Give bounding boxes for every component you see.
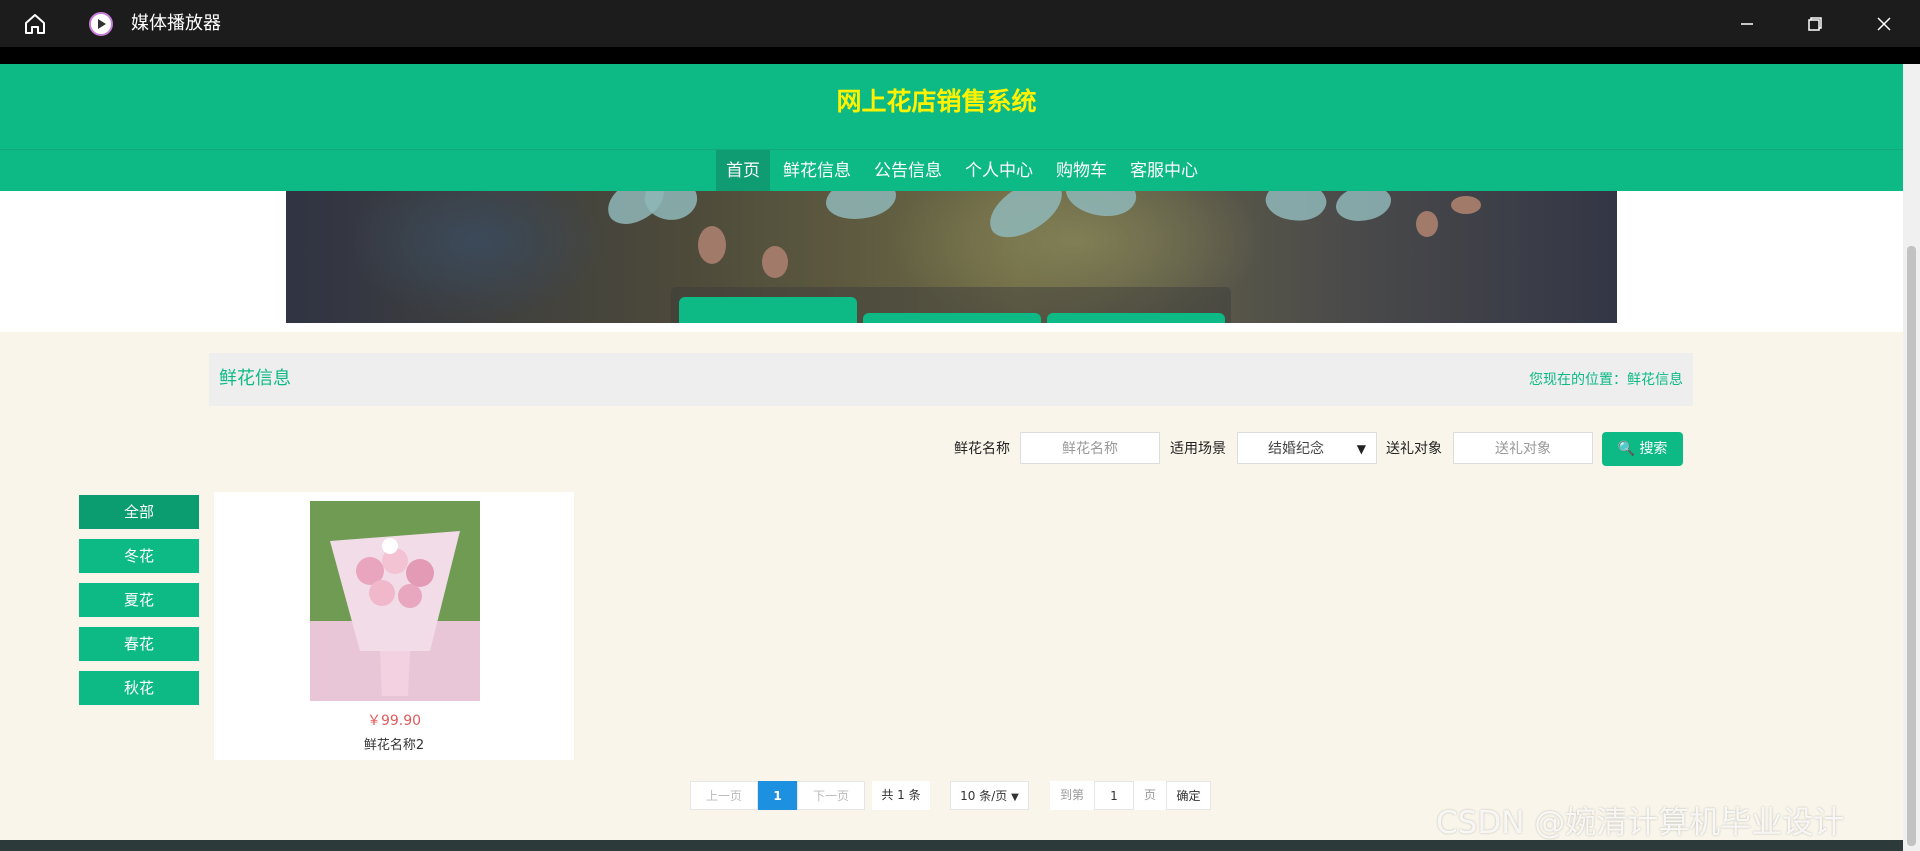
scrollbar-thumb[interactable]: [1907, 246, 1916, 846]
product-card[interactable]: ￥99.90 鲜花名称2: [214, 492, 574, 760]
nav-list: 首页 鲜花信息 公告信息 个人中心 购物车 客服中心: [716, 150, 1211, 192]
minimize-icon[interactable]: [1734, 11, 1760, 37]
window-title: 媒体播放器: [131, 13, 221, 34]
flower-name-label: 鲜花名称: [954, 441, 1010, 457]
banner-image: [286, 191, 1617, 323]
scene-select[interactable]: 结婚纪念 ▼: [1237, 432, 1377, 464]
goto-page-input[interactable]: 1: [1094, 781, 1134, 810]
product-name[interactable]: 鲜花名称2: [214, 734, 574, 753]
chevron-down-icon: ▼: [1356, 442, 1366, 456]
category-button[interactable]: 春花: [79, 627, 199, 661]
chevron-down-icon: ▼: [1011, 792, 1019, 803]
window-frame: [0, 47, 1920, 64]
search-button[interactable]: 🔍 搜索: [1602, 432, 1683, 466]
breadcrumb: 鲜花信息 您现在的位置：鲜花信息: [209, 353, 1693, 406]
next-page-button[interactable]: 下一页: [797, 781, 865, 810]
search-bar: 鲜花名称 鲜花名称 适用场景 结婚纪念 ▼ 送礼对象 送礼对象 🔍 搜索: [0, 432, 1903, 466]
gift-target-input[interactable]: 送礼对象: [1453, 432, 1593, 464]
close-icon[interactable]: [1871, 11, 1897, 37]
goto-label: 到第: [1050, 781, 1094, 810]
scrollbar[interactable]: [1903, 64, 1920, 851]
page-title: 鲜花信息: [219, 368, 291, 389]
media-player-icon: [89, 12, 113, 36]
banner-tab[interactable]: [863, 313, 1041, 323]
goto-confirm-button[interactable]: 确定: [1166, 781, 1211, 810]
breadcrumb-location[interactable]: 您现在的位置：鲜花信息: [1529, 370, 1683, 390]
page-number-current[interactable]: 1: [758, 781, 797, 810]
scene-select-value: 结婚纪念: [1268, 441, 1324, 457]
content-area: 鲜花信息 您现在的位置：鲜花信息 鲜花名称 鲜花名称 适用场景 结婚纪念 ▼ 送…: [0, 332, 1903, 840]
site-title: 网上花店销售系统: [836, 87, 1037, 116]
banner-area: [0, 191, 1903, 332]
banner-tab[interactable]: [1047, 313, 1225, 323]
flower-name-input[interactable]: 鲜花名称: [1020, 432, 1160, 464]
nav-item[interactable]: 个人中心: [955, 150, 1043, 192]
page-size-value: 10 条/页: [960, 789, 1008, 803]
nav-item[interactable]: 购物车: [1046, 150, 1117, 192]
banner-tabs: [671, 287, 1231, 323]
home-icon[interactable]: [22, 11, 48, 37]
restore-icon[interactable]: [1802, 11, 1828, 37]
nav-item[interactable]: 鲜花信息: [773, 150, 861, 192]
scene-label: 适用场景: [1170, 441, 1226, 457]
window-titlebar: 媒体播放器: [0, 0, 1920, 47]
nav-item[interactable]: 公告信息: [864, 150, 952, 192]
product-image[interactable]: [310, 501, 480, 701]
product-price: ￥99.90: [366, 713, 422, 729]
category-button[interactable]: 冬花: [79, 539, 199, 573]
banner-tab[interactable]: [679, 297, 857, 323]
site-header: 网上花店销售系统: [0, 64, 1903, 149]
page-unit-label: 页: [1134, 781, 1166, 810]
search-icon: 🔍: [1617, 441, 1635, 457]
category-button[interactable]: 秋花: [79, 671, 199, 705]
watermark: CSDN @婉清计算机毕业设计: [1436, 805, 1845, 841]
page-size-select[interactable]: 10 条/页 ▼: [950, 781, 1029, 810]
search-button-label: 搜索: [1639, 441, 1668, 457]
main-nav: 首页 鲜花信息 公告信息 个人中心 购物车 客服中心: [0, 149, 1903, 192]
prev-page-button[interactable]: 上一页: [690, 781, 758, 810]
nav-item[interactable]: 首页: [716, 150, 770, 192]
gift-target-label: 送礼对象: [1386, 441, 1442, 457]
category-button[interactable]: 全部: [79, 495, 199, 529]
category-button[interactable]: 夏花: [79, 583, 199, 617]
total-count: 共 1 条: [872, 781, 930, 810]
nav-item[interactable]: 客服中心: [1120, 150, 1208, 192]
